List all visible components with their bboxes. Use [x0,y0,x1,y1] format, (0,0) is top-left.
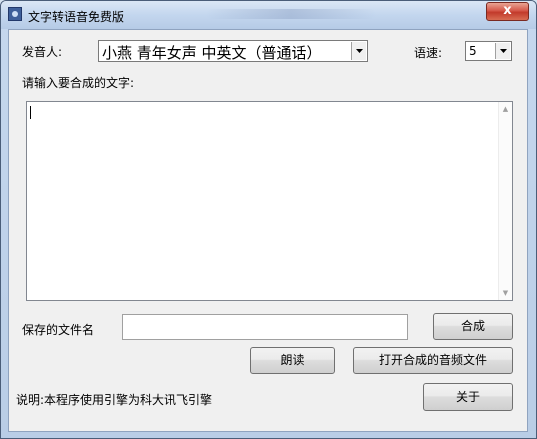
vertical-scrollbar[interactable]: ▲ ▼ [498,102,512,300]
title-bar-glare [206,9,376,19]
speaker-select-value: 小燕 青年女声 中英文（普通话） [102,44,322,62]
text-input-label: 请输入要合成的文字: [22,76,135,90]
scroll-up-icon[interactable]: ▲ [499,102,512,116]
read-aloud-button[interactable]: 朗读 [250,347,335,374]
speed-select-value: 5 [469,44,477,58]
text-caret [30,106,31,119]
app-window: 文字转语音免费版 x 发音人: 小燕 青年女声 中英文（普通话） 语速: 5 请… [0,0,537,439]
about-button[interactable]: 关于 [423,383,513,411]
engine-note: 说明:本程序使用引擎为科大讯飞引擎 [16,393,213,407]
scroll-down-icon[interactable]: ▼ [499,286,512,300]
chevron-down-icon[interactable] [351,42,366,60]
filename-input[interactable] [122,314,408,340]
speaker-label: 发音人: [22,45,63,59]
close-button[interactable]: x [486,2,529,21]
chevron-down-icon[interactable] [495,43,510,59]
filename-label: 保存的文件名 [22,323,95,337]
app-icon [8,7,22,21]
dialog-body: 发音人: 小燕 青年女声 中英文（普通话） 语速: 5 请输入要合成的文字: ▲… [8,29,528,432]
speed-label: 语速: [414,46,443,60]
close-icon: x [503,3,512,18]
speed-select[interactable]: 5 [465,41,512,61]
window-title: 文字转语音免费版 [28,10,125,24]
speaker-select[interactable]: 小燕 青年女声 中英文（普通话） [98,40,368,62]
text-input-area[interactable]: ▲ ▼ [26,101,513,301]
title-bar[interactable]: 文字转语音免费版 x [1,1,536,29]
synthesize-button[interactable]: 合成 [433,313,513,340]
open-audio-file-button[interactable]: 打开合成的音频文件 [353,347,513,374]
